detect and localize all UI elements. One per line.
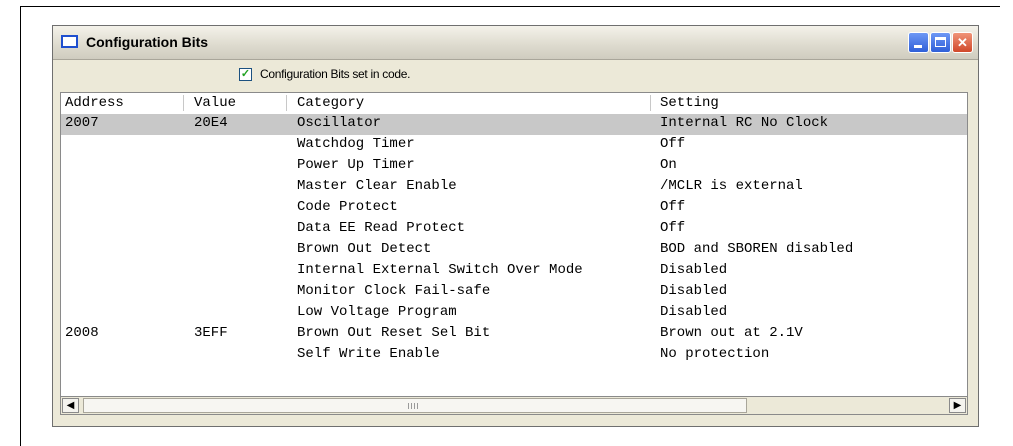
cell-setting: No protection bbox=[660, 346, 770, 362]
table-row[interactable]: Internal External Switch Over Mode Disab… bbox=[61, 261, 967, 282]
close-button[interactable]: ✕ bbox=[952, 32, 973, 53]
cell-setting: Off bbox=[660, 136, 686, 152]
maximize-icon bbox=[935, 37, 946, 47]
table-row[interactable]: Code Protect Off bbox=[61, 198, 967, 219]
cell-setting: Brown out at 2.1V bbox=[660, 325, 803, 341]
window-icon bbox=[61, 35, 78, 48]
cell-category: Internal External Switch Over Mode bbox=[297, 262, 583, 278]
table-row[interactable]: Power Up Timer On bbox=[61, 156, 967, 177]
table-row[interactable]: Master Clear Enable /MCLR is external bbox=[61, 177, 967, 198]
chevron-left-icon: ◀ bbox=[66, 400, 75, 411]
checkmark-icon: ✓ bbox=[240, 68, 251, 80]
column-header-address[interactable]: Address bbox=[65, 95, 124, 111]
title-bar[interactable]: Configuration Bits ✕ bbox=[53, 26, 978, 60]
cell-setting: Off bbox=[660, 199, 686, 215]
cell-setting: On bbox=[660, 157, 677, 173]
scrollbar-thumb[interactable] bbox=[83, 398, 747, 413]
column-header-value[interactable]: Value bbox=[194, 95, 236, 111]
cell-address: 2008 bbox=[65, 325, 99, 341]
cell-category: Low Voltage Program bbox=[297, 304, 457, 320]
cell-category: Self Write Enable bbox=[297, 346, 440, 362]
table-row[interactable]: Monitor Clock Fail-safe Disabled bbox=[61, 282, 967, 303]
cell-setting: Disabled bbox=[660, 262, 728, 278]
table-row[interactable]: Self Write Enable No protection bbox=[61, 345, 967, 366]
table-row[interactable]: Data EE Read Protect Off bbox=[61, 219, 967, 240]
window-title: Configuration Bits bbox=[86, 34, 209, 50]
scroll-right-button[interactable]: ▶ bbox=[949, 398, 966, 413]
minimize-button[interactable] bbox=[908, 32, 929, 53]
horizontal-scrollbar[interactable]: ◀ ▶ bbox=[60, 397, 968, 415]
cell-setting: BOD and SBOREN disabled bbox=[660, 241, 854, 257]
cell-setting: Off bbox=[660, 220, 686, 236]
cell-category: Data EE Read Protect bbox=[297, 220, 466, 236]
cell-value: 20E4 bbox=[194, 115, 228, 131]
cell-address: 2007 bbox=[65, 115, 99, 131]
config-bits-set-in-code-checkbox[interactable]: ✓ bbox=[239, 68, 252, 81]
cell-setting: Disabled bbox=[660, 304, 728, 320]
cell-value: 3EFF bbox=[194, 325, 228, 341]
config-bits-table: Address Value Category Setting 2007 20E4… bbox=[60, 92, 968, 397]
cell-category: Code Protect bbox=[297, 199, 398, 215]
cell-category: Master Clear Enable bbox=[297, 178, 457, 194]
minimize-icon bbox=[914, 45, 922, 48]
table-row[interactable]: Watchdog Timer Off bbox=[61, 135, 967, 156]
cell-setting: Disabled bbox=[660, 283, 728, 299]
close-icon: ✕ bbox=[957, 35, 968, 50]
column-header-setting[interactable]: Setting bbox=[660, 95, 719, 111]
column-divider[interactable] bbox=[650, 95, 651, 111]
maximize-button[interactable] bbox=[930, 32, 951, 53]
table-row[interactable]: Low Voltage Program Disabled bbox=[61, 303, 967, 324]
grip-icon bbox=[408, 403, 420, 409]
cell-category: Monitor Clock Fail-safe bbox=[297, 283, 491, 299]
scroll-left-button[interactable]: ◀ bbox=[62, 398, 79, 413]
cell-category: Oscillator bbox=[297, 115, 382, 131]
cell-category: Brown Out Reset Sel Bit bbox=[297, 325, 491, 341]
checkbox-row: ✓ Configuration Bits set in code. bbox=[53, 60, 978, 90]
column-header-category[interactable]: Category bbox=[297, 95, 364, 111]
chevron-right-icon: ▶ bbox=[953, 400, 962, 411]
cell-category: Watchdog Timer bbox=[297, 136, 415, 152]
table-row[interactable]: Brown Out Detect BOD and SBOREN disabled bbox=[61, 240, 967, 261]
column-divider[interactable] bbox=[183, 95, 184, 111]
cell-setting: Internal RC No Clock bbox=[660, 115, 829, 131]
config-bits-set-in-code-label: Configuration Bits set in code. bbox=[260, 67, 411, 81]
table-row[interactable]: 2007 20E4 Oscillator Internal RC No Cloc… bbox=[61, 114, 967, 135]
table-row[interactable]: 2008 3EFF Brown Out Reset Sel Bit Brown … bbox=[61, 324, 967, 345]
cell-category: Brown Out Detect bbox=[297, 241, 432, 257]
configuration-bits-window: Configuration Bits ✕ ✓ Configuration Bit… bbox=[52, 25, 979, 427]
cell-category: Power Up Timer bbox=[297, 157, 415, 173]
cell-setting: /MCLR is external bbox=[660, 178, 803, 194]
table-header: Address Value Category Setting bbox=[61, 93, 967, 113]
column-divider[interactable] bbox=[286, 95, 287, 111]
